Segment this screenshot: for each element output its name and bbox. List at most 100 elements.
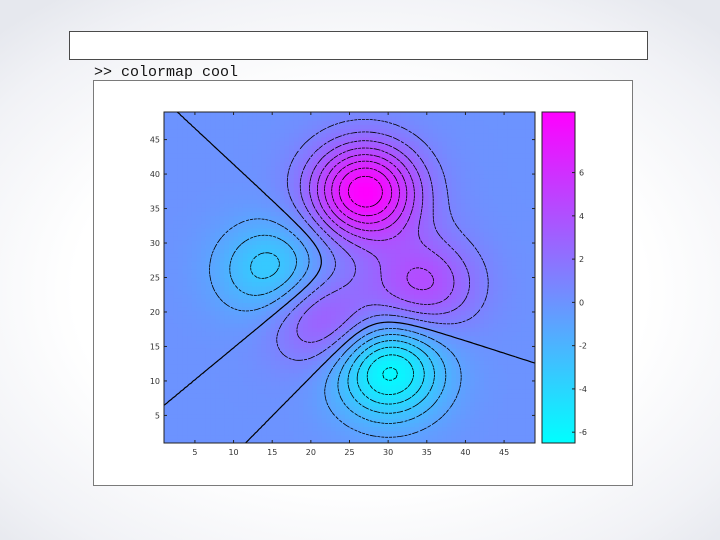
heatmap-cell <box>238 153 244 159</box>
heatmap-cell <box>289 124 295 130</box>
heatmap-cell <box>205 240 211 245</box>
heatmap-cell <box>391 331 397 337</box>
heatmap-cell <box>173 203 179 208</box>
heatmap-cell <box>419 318 425 324</box>
heatmap-cell <box>224 414 230 419</box>
heatmap-cell <box>423 194 429 200</box>
heatmap-cell <box>215 368 221 374</box>
heatmap-cell <box>177 128 184 134</box>
heatmap-cell <box>261 414 267 419</box>
heatmap-cell <box>377 397 383 403</box>
heatmap-cell <box>275 116 281 121</box>
heatmap-cell <box>442 339 448 345</box>
heatmap-cell <box>242 269 249 274</box>
heatmap-cell <box>205 236 211 241</box>
heatmap-cell <box>196 136 202 142</box>
heatmap-cell <box>210 422 216 428</box>
heatmap-cell <box>451 430 457 436</box>
heatmap-cell <box>242 405 249 411</box>
heatmap-cell <box>442 265 448 270</box>
heatmap-cell <box>279 389 286 394</box>
heatmap-cell <box>173 414 179 419</box>
heatmap-cell <box>191 231 198 237</box>
heatmap-cell <box>326 285 332 291</box>
heatmap-cell <box>321 248 327 254</box>
heatmap-cell <box>233 207 239 212</box>
heatmap-cell <box>349 306 355 312</box>
heatmap-cell <box>293 165 300 171</box>
heatmap-cell <box>266 203 272 208</box>
heatmap-cell <box>191 351 198 357</box>
heatmap-cell <box>307 244 313 250</box>
heatmap-cell <box>432 389 439 394</box>
heatmap-cell <box>423 174 429 179</box>
heatmap-cell <box>386 397 392 403</box>
heatmap-cell <box>205 376 211 382</box>
heatmap-cell <box>289 153 295 159</box>
heatmap-cell <box>164 323 170 328</box>
heatmap-cell <box>344 265 351 270</box>
heatmap-cell <box>182 169 188 175</box>
heatmap-cell <box>386 409 392 415</box>
heatmap-cell <box>298 351 304 357</box>
heatmap-cell <box>205 389 211 394</box>
heatmap-cell <box>321 368 327 374</box>
heatmap-cell <box>312 281 318 287</box>
heatmap-cell <box>177 294 184 299</box>
heatmap-cell <box>386 248 392 254</box>
heatmap-cell <box>275 356 281 361</box>
heatmap-cell <box>196 401 202 407</box>
heatmap-cell <box>358 207 365 212</box>
heatmap-cell <box>196 153 202 159</box>
heatmap-cell <box>289 318 295 324</box>
heatmap-cell <box>247 314 253 320</box>
heatmap-cell <box>289 207 295 212</box>
heatmap-cell <box>312 285 318 291</box>
heatmap-cell <box>201 161 207 167</box>
heatmap-cell <box>252 401 258 407</box>
heatmap-cell <box>303 236 309 241</box>
heatmap-cell <box>215 418 221 423</box>
heatmap-cell <box>451 347 457 353</box>
heatmap-cell <box>442 376 448 382</box>
heatmap-cell <box>363 434 369 440</box>
heatmap-cell <box>215 128 221 134</box>
heatmap-cell <box>395 397 402 403</box>
heatmap-cell <box>437 145 443 150</box>
heatmap-cell <box>224 343 230 349</box>
heatmap-cell <box>247 252 253 258</box>
heatmap-cell <box>442 285 448 291</box>
heatmap-cell <box>442 190 448 196</box>
heatmap-cell <box>289 310 295 316</box>
heatmap-cell <box>252 219 258 225</box>
heatmap-cell <box>219 203 225 208</box>
heatmap-cell <box>419 372 425 378</box>
heatmap-cell <box>266 120 272 126</box>
heatmap-cell <box>391 426 397 432</box>
heatmap-cell <box>344 409 351 415</box>
heatmap-cell <box>270 323 276 328</box>
heatmap-cell <box>298 112 304 117</box>
heatmap-cell <box>201 116 207 121</box>
heatmap-cell <box>377 298 383 303</box>
heatmap-cell <box>414 194 420 200</box>
heatmap-cell <box>307 161 313 167</box>
heatmap-cell <box>201 430 207 436</box>
heatmap-cell <box>279 161 286 167</box>
heatmap-cell <box>168 219 174 225</box>
heatmap-cell <box>270 256 276 262</box>
heatmap-cell <box>224 318 230 324</box>
heatmap-cell <box>247 285 253 291</box>
heatmap-cell <box>196 294 202 299</box>
heatmap-cell <box>363 120 369 126</box>
heatmap-cell <box>432 306 439 312</box>
command-line[interactable]: >> colormap cool <box>69 31 648 81</box>
heatmap-cell <box>238 207 244 212</box>
heatmap-cell <box>354 418 360 423</box>
heatmap-cell <box>432 132 439 138</box>
heatmap-cell <box>173 426 179 432</box>
heatmap-cell <box>293 116 300 121</box>
heatmap-cell <box>261 145 267 150</box>
heatmap-cell <box>210 132 216 138</box>
heatmap-cell <box>256 372 262 378</box>
